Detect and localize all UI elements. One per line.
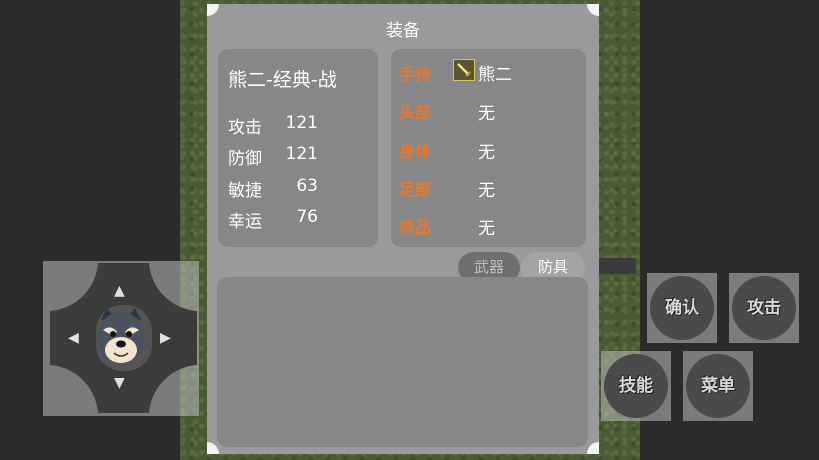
panel-corner bbox=[587, 442, 599, 454]
slot-value-body[interactable]: 无 bbox=[478, 138, 495, 163]
arrow-right-icon[interactable]: ▶ bbox=[160, 330, 171, 346]
world-object bbox=[598, 258, 636, 274]
stat-label: 防御 bbox=[228, 149, 262, 169]
attack-button[interactable]: 攻击 bbox=[729, 273, 799, 343]
slot-value-hand[interactable]: 熊二 bbox=[478, 60, 512, 85]
arrow-down-icon[interactable]: ▼ bbox=[114, 375, 125, 391]
dpad[interactable]: ▲ ▼ ◀ ▶ bbox=[43, 261, 199, 416]
stat-label: 幸运 bbox=[228, 212, 262, 232]
stat-label: 敏捷 bbox=[228, 181, 262, 201]
stat-luck: 幸运 76 bbox=[228, 207, 338, 232]
equipment-slots-box: 手持 熊二 头部 无 身体 无 足部 无 饰品 无 bbox=[391, 49, 586, 247]
slot-label-head[interactable]: 头部 bbox=[399, 99, 431, 123]
character-info-box: 熊二-经典-战 攻击 121 防御 121 敏捷 63 幸运 76 bbox=[218, 49, 378, 247]
slot-value-accessory[interactable]: 无 bbox=[478, 214, 495, 239]
stat-agility: 敏捷 63 bbox=[228, 176, 338, 201]
panel-corner bbox=[207, 442, 219, 454]
slot-label-hand[interactable]: 手持 bbox=[399, 61, 431, 85]
slot-label-feet[interactable]: 足部 bbox=[399, 176, 431, 200]
menu-button-label: 菜单 bbox=[686, 354, 750, 418]
stat-value: 121 bbox=[285, 144, 318, 164]
arrow-up-icon[interactable]: ▲ bbox=[114, 283, 125, 299]
confirm-button[interactable]: 确认 bbox=[647, 273, 717, 343]
stat-attack: 攻击 121 bbox=[228, 113, 338, 138]
sword-icon[interactable] bbox=[453, 59, 475, 81]
stat-defense: 防御 121 bbox=[228, 144, 338, 169]
confirm-button-label: 确认 bbox=[650, 276, 714, 340]
slot-value-head[interactable]: 无 bbox=[478, 99, 495, 124]
slot-label-accessory[interactable]: 饰品 bbox=[399, 214, 431, 238]
item-list-area[interactable] bbox=[217, 277, 588, 447]
character-name: 熊二-经典-战 bbox=[228, 69, 337, 91]
attack-button-label: 攻击 bbox=[732, 276, 796, 340]
stat-value: 76 bbox=[296, 207, 318, 227]
stat-value: 121 bbox=[285, 113, 318, 133]
bear-face-icon bbox=[93, 306, 149, 368]
stat-label: 攻击 bbox=[228, 118, 262, 138]
panel-corner bbox=[587, 4, 599, 16]
arrow-left-icon[interactable]: ◀ bbox=[68, 330, 79, 346]
panel-title: 装备 bbox=[386, 21, 420, 41]
skill-button[interactable]: 技能 bbox=[601, 351, 671, 421]
panel-corner bbox=[207, 4, 219, 16]
slot-label-body[interactable]: 身体 bbox=[399, 138, 431, 162]
stat-value: 63 bbox=[296, 176, 318, 196]
slot-value-feet[interactable]: 无 bbox=[478, 176, 495, 201]
skill-button-label: 技能 bbox=[604, 354, 668, 418]
menu-button[interactable]: 菜单 bbox=[683, 351, 753, 421]
